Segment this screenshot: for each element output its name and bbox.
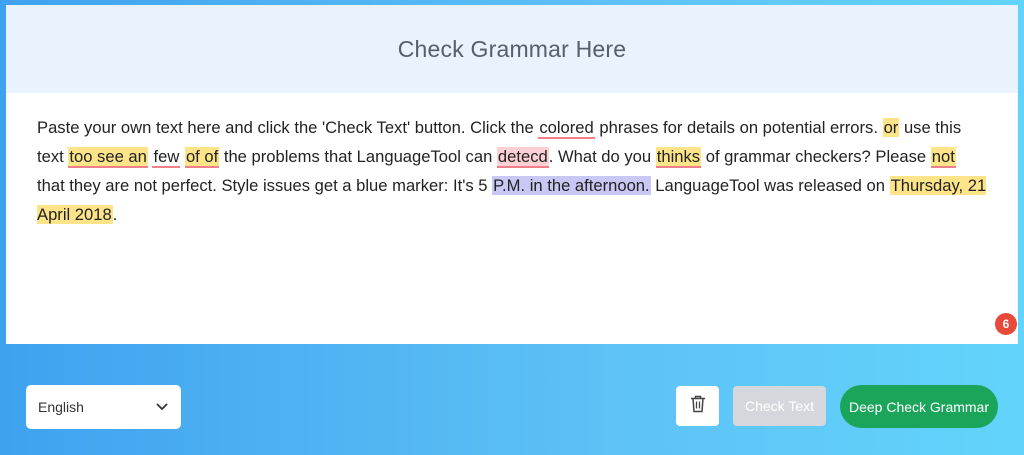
text-segment: the problems that LanguageTool can bbox=[219, 147, 497, 166]
text-editor[interactable]: Paste your own text here and click the '… bbox=[6, 93, 1018, 229]
text-segment: Paste your own text here and click the '… bbox=[37, 118, 539, 137]
spelling-marker[interactable]: detecd bbox=[496, 147, 549, 168]
text-segment: . What do you bbox=[548, 147, 656, 166]
text-segment: LanguageTool was released on bbox=[650, 176, 890, 195]
trash-icon bbox=[690, 395, 706, 418]
grammar-marker[interactable]: of of bbox=[184, 147, 220, 168]
text-segment: of grammar checkers? Please bbox=[701, 147, 931, 166]
deep-check-button[interactable]: Deep Check Grammar bbox=[840, 385, 998, 428]
panel-header: Check Grammar Here bbox=[6, 5, 1018, 93]
text-segment: that they are not perfect. Style issues … bbox=[37, 176, 493, 195]
page-title: Check Grammar Here bbox=[397, 35, 627, 62]
clear-text-button[interactable] bbox=[676, 386, 719, 426]
style-marker[interactable]: P.M. in the afternoon. bbox=[492, 176, 651, 195]
style-marker[interactable]: colored bbox=[538, 118, 595, 139]
language-select[interactable]: English bbox=[26, 385, 181, 429]
text-segment: phrases for details on potential errors. bbox=[594, 118, 883, 137]
text-segment: . bbox=[112, 205, 118, 224]
language-select-value: English bbox=[38, 399, 84, 415]
editor-panel: Check Grammar Here Paste your own text h… bbox=[6, 5, 1018, 344]
grammar-marker[interactable]: too see an bbox=[68, 147, 148, 168]
check-text-button[interactable]: Check Text bbox=[733, 386, 826, 426]
error-count-badge[interactable]: 6 bbox=[995, 313, 1017, 335]
chevron-down-icon bbox=[155, 400, 169, 414]
grammar-marker[interactable]: not bbox=[930, 147, 956, 168]
grammar-marker[interactable]: few bbox=[152, 147, 181, 168]
grammar-marker[interactable]: thinks bbox=[655, 147, 702, 168]
grammar-marker[interactable]: or bbox=[882, 118, 900, 137]
